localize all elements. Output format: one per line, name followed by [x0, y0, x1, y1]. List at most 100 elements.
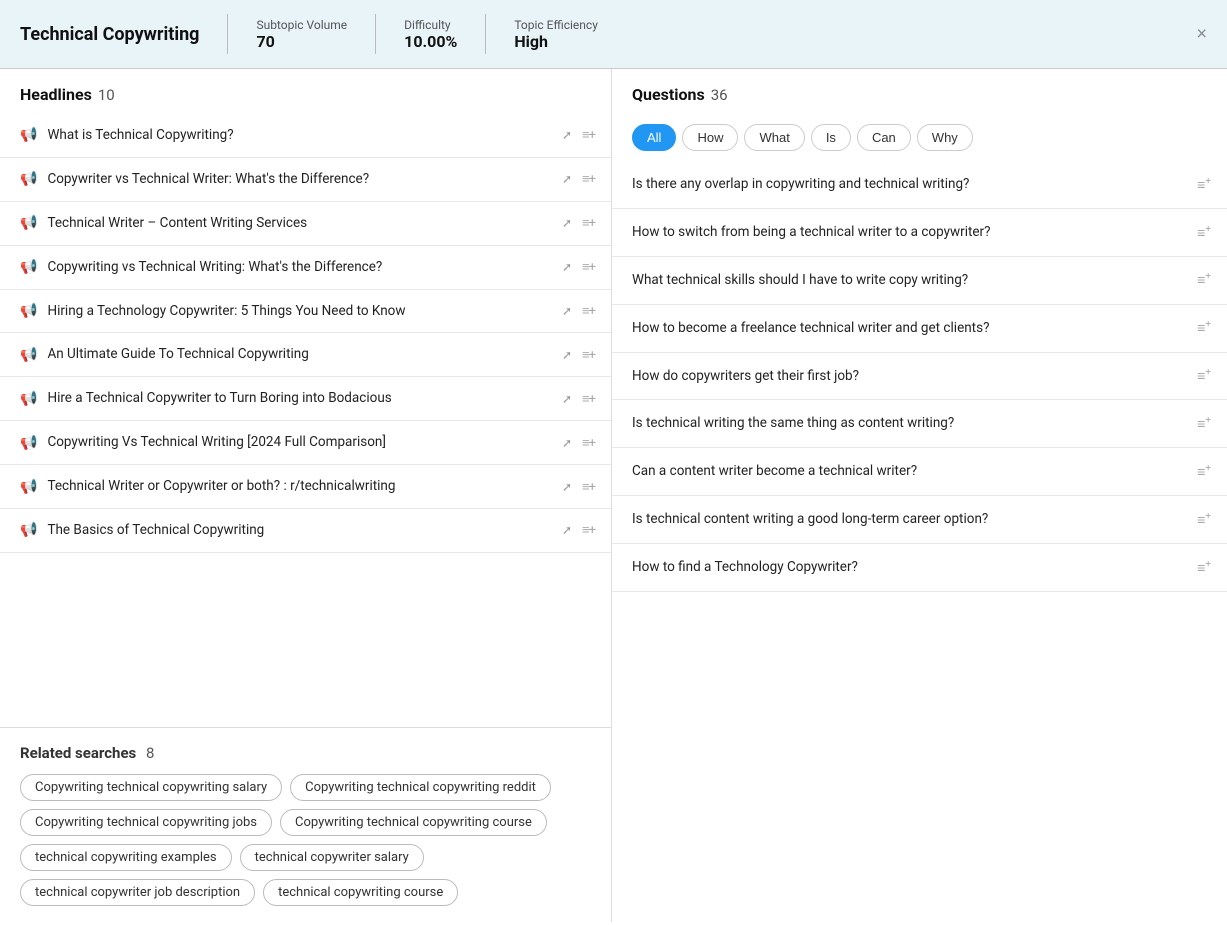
headlines-header: Headlines 10	[0, 69, 611, 114]
headline-text: Copywriting vs Technical Writing: What's…	[47, 258, 548, 277]
headline-text: An Ultimate Guide To Technical Copywriti…	[47, 345, 548, 364]
difficulty-label: Difficulty	[404, 18, 457, 32]
headline-text: Technical Writer – Content Writing Servi…	[47, 214, 548, 233]
headline-text: Copywriter vs Technical Writer: What's t…	[47, 170, 548, 189]
subtopic-volume-label: Subtopic Volume	[256, 18, 347, 32]
external-link-icon[interactable]: ➚	[562, 480, 572, 494]
external-link-icon[interactable]: ➚	[562, 348, 572, 362]
megaphone-icon: 📢	[20, 215, 37, 231]
headline-item: 📢Technical Writer or Copywriter or both?…	[0, 465, 611, 509]
add-question-icon[interactable]: ≡+	[1197, 176, 1211, 194]
close-button[interactable]: ×	[1196, 24, 1207, 45]
add-to-list-icon[interactable]: ≡+	[582, 391, 595, 407]
question-item: How do copywriters get their first job? ≡…	[612, 353, 1227, 401]
add-question-icon[interactable]: ≡+	[1197, 511, 1211, 529]
add-to-list-icon[interactable]: ≡+	[582, 522, 595, 538]
external-link-icon[interactable]: ➚	[562, 172, 572, 186]
related-search-tag[interactable]: Copywriting technical copywriting reddit	[290, 774, 551, 801]
external-link-icon[interactable]: ➚	[562, 260, 572, 274]
question-text: How to become a freelance technical writ…	[632, 319, 1187, 338]
header-divider-2	[375, 14, 376, 54]
related-search-tag[interactable]: technical copywriting examples	[20, 844, 232, 871]
questions-count: 36	[711, 86, 728, 104]
question-text: Can a content writer become a technical …	[632, 462, 1187, 481]
add-to-list-icon[interactable]: ≡+	[582, 127, 595, 143]
headline-actions: ≡+	[582, 522, 595, 538]
headline-item: 📢What is Technical Copywriting?➚≡+	[0, 114, 611, 158]
add-to-list-icon[interactable]: ≡+	[582, 303, 595, 319]
question-item: Can a content writer become a technical …	[612, 448, 1227, 496]
external-link-icon[interactable]: ➚	[562, 216, 572, 230]
question-text: Is technical content writing a good long…	[632, 510, 1187, 529]
filter-button-can[interactable]: Can	[857, 124, 911, 151]
add-to-list-icon[interactable]: ≡+	[582, 435, 595, 451]
question-text: Is technical writing the same thing as c…	[632, 414, 1187, 433]
filter-button-is[interactable]: Is	[811, 124, 851, 151]
question-text: How to find a Technology Copywriter?	[632, 558, 1187, 577]
headline-item: 📢 An Ultimate Guide To Technical Copywrit…	[0, 333, 611, 377]
headlines-title: Headlines	[20, 85, 92, 104]
add-to-list-icon[interactable]: ≡+	[582, 347, 595, 363]
add-to-list-icon[interactable]: ≡+	[582, 479, 595, 495]
headline-text: Hiring a Technology Copywriter: 5 Things…	[47, 302, 548, 321]
headline-actions: ≡+	[582, 215, 595, 231]
add-question-icon[interactable]: ≡+	[1197, 367, 1211, 385]
add-question-icon[interactable]: ≡+	[1197, 463, 1211, 481]
question-item: How to find a Technology Copywriter? ≡+	[612, 544, 1227, 592]
external-link-icon[interactable]: ➚	[562, 128, 572, 142]
question-text: How do copywriters get their first job?	[632, 367, 1187, 386]
add-question-icon[interactable]: ≡+	[1197, 271, 1211, 289]
add-to-list-icon[interactable]: ≡+	[582, 171, 595, 187]
question-text: How to switch from being a technical wri…	[632, 223, 1187, 242]
headline-item: 📢The Basics of Technical Copywriting➚≡+	[0, 509, 611, 553]
related-search-tag[interactable]: Copywriting technical copywriting jobs	[20, 809, 272, 836]
add-question-icon[interactable]: ≡+	[1197, 415, 1211, 433]
megaphone-icon: 📢	[20, 347, 37, 363]
add-to-list-icon[interactable]: ≡+	[582, 215, 595, 231]
subtopic-volume-value: 70	[256, 32, 347, 51]
related-search-tag[interactable]: technical copywriting course	[263, 879, 458, 906]
headline-text: The Basics of Technical Copywriting	[47, 521, 548, 540]
related-search-tag[interactable]: technical copywriter salary	[240, 844, 424, 871]
external-link-icon[interactable]: ➚	[562, 523, 572, 537]
question-item: Is technical writing the same thing as c…	[612, 400, 1227, 448]
header-divider-3	[485, 14, 486, 54]
headline-item: 📢Hire a Technical Copywriter to Turn Bor…	[0, 377, 611, 421]
headline-actions: ≡+	[582, 347, 595, 363]
external-link-icon[interactable]: ➚	[562, 436, 572, 450]
add-question-icon[interactable]: ≡+	[1197, 559, 1211, 577]
add-question-icon[interactable]: ≡+	[1197, 224, 1211, 242]
filter-button-all[interactable]: All	[632, 124, 676, 151]
external-link-icon[interactable]: ➚	[562, 304, 572, 318]
headline-actions: ≡+	[582, 303, 595, 319]
filter-button-what[interactable]: What	[744, 124, 804, 151]
related-search-tag[interactable]: technical copywriter job description	[20, 879, 255, 906]
headline-item: 📢 Copywriting vs Technical Writing: What'…	[0, 246, 611, 290]
right-panel: Questions 36 AllHowWhatIsCanWhy Is there…	[612, 69, 1227, 922]
header: Technical Copywriting Subtopic Volume 70…	[0, 0, 1227, 69]
add-to-list-icon[interactable]: ≡+	[582, 259, 595, 275]
megaphone-icon: 📢	[20, 303, 37, 319]
question-item: What technical skills should I have to w…	[612, 257, 1227, 305]
question-text: What technical skills should I have to w…	[632, 271, 1187, 290]
megaphone-icon: 📢	[20, 259, 37, 275]
topic-efficiency-stat: Topic Efficiency High	[514, 18, 598, 51]
add-question-icon[interactable]: ≡+	[1197, 319, 1211, 337]
question-item: Is there any overlap in copywriting and …	[612, 161, 1227, 209]
header-title: Technical Copywriting	[20, 24, 199, 45]
headline-actions: ≡+	[582, 259, 595, 275]
external-link-icon[interactable]: ➚	[562, 392, 572, 406]
header-divider	[227, 14, 228, 54]
megaphone-icon: 📢	[20, 391, 37, 407]
headline-text: Copywriting Vs Technical Writing [2024 F…	[47, 433, 548, 452]
related-search-tag[interactable]: Copywriting technical copywriting course	[280, 809, 547, 836]
megaphone-icon: 📢	[20, 435, 37, 451]
filter-button-how[interactable]: How	[682, 124, 738, 151]
headline-actions: ≡+	[582, 435, 595, 451]
related-search-tag[interactable]: Copywriting technical copywriting salary	[20, 774, 282, 801]
headline-actions: ≡+	[582, 391, 595, 407]
megaphone-icon: 📢	[20, 479, 37, 495]
question-text: Is there any overlap in copywriting and …	[632, 175, 1187, 194]
filter-button-why[interactable]: Why	[917, 124, 973, 151]
questions-filters: AllHowWhat IsCanWhy	[612, 114, 1227, 161]
